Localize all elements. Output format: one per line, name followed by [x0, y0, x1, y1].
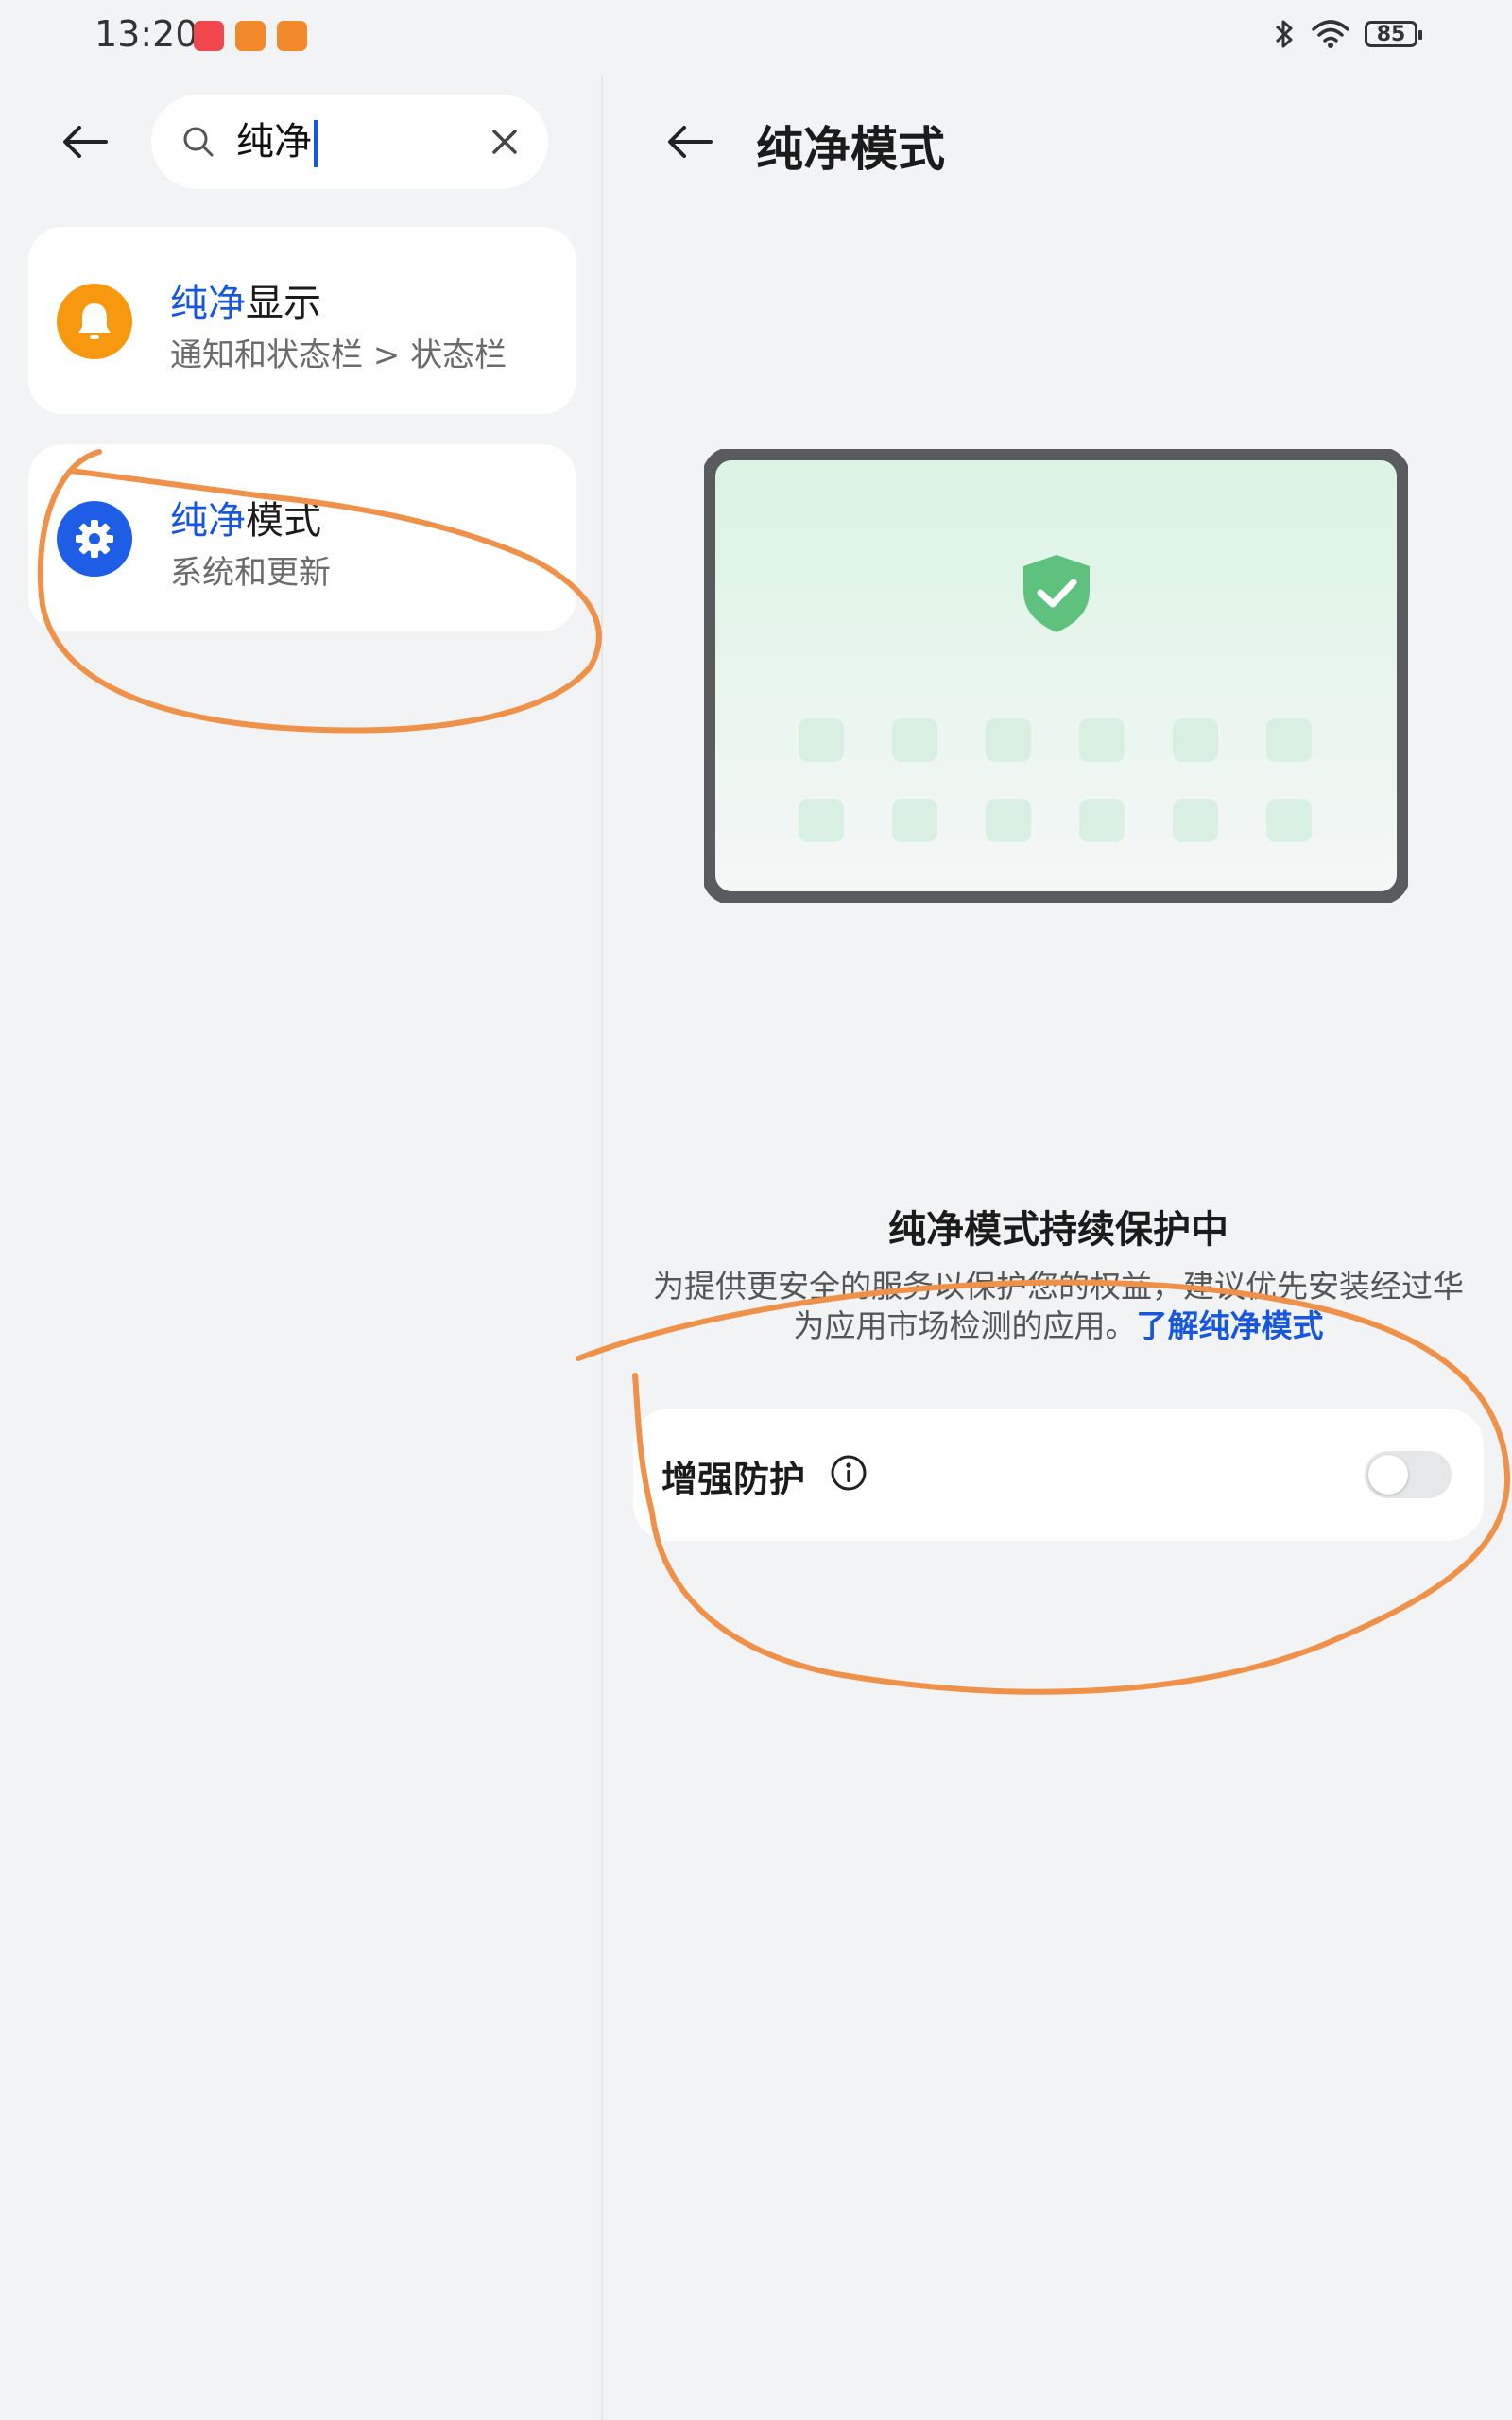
- text-caret: [314, 120, 318, 167]
- protection-description-text: 为提供更安全的服务以保护您的权益，建议优先安装经过华为应用市场检测的应用。: [653, 1268, 1464, 1344]
- wifi-icon: [1312, 20, 1349, 48]
- page-title: 纯净模式: [756, 122, 945, 177]
- result-title: 纯净模式: [170, 490, 321, 544]
- battery-indicator: 85: [1365, 21, 1422, 47]
- status-bar: 13:20 85: [0, 0, 1512, 76]
- info-icon[interactable]: [830, 1454, 868, 1492]
- result-title-highlight: 纯净: [170, 282, 246, 325]
- protection-status-title: 纯净模式持续保护中: [888, 1208, 1228, 1252]
- search-icon: [183, 127, 214, 157]
- search-input[interactable]: 纯净: [236, 115, 318, 168]
- result-path: 系统和更新: [170, 554, 331, 592]
- pane-divider: [601, 76, 603, 2420]
- battery-level: 85: [1376, 22, 1406, 46]
- app-notification-icon: [235, 21, 266, 51]
- bell-icon: [57, 284, 132, 359]
- notification-icons: [194, 21, 307, 51]
- back-arrow-icon[interactable]: [662, 113, 718, 170]
- status-indicators: 85: [1272, 17, 1422, 51]
- back-arrow-icon[interactable]: [57, 113, 113, 170]
- result-title: 纯净显示: [170, 272, 321, 327]
- result-title-rest: 模式: [246, 499, 321, 543]
- clear-icon[interactable]: [488, 125, 522, 159]
- learn-more-link[interactable]: 了解纯净模式: [1137, 1307, 1324, 1344]
- result-path: 通知和状态栏 > 状态栏: [170, 337, 507, 374]
- status-time: 13:20: [94, 13, 198, 55]
- bluetooth-icon: [1275, 20, 1293, 48]
- search-field[interactable]: 纯净: [151, 95, 548, 189]
- search-result-item[interactable]: 纯净显示 通知和状态栏 > 状态栏: [28, 227, 576, 414]
- enhanced-protection-toggle[interactable]: [1365, 1451, 1452, 1498]
- enhanced-protection-row[interactable]: 增强防护: [633, 1409, 1484, 1541]
- enhanced-protection-label: 增强防护: [662, 1459, 806, 1500]
- search-result-item[interactable]: 纯净模式 系统和更新: [28, 444, 576, 631]
- toggle-knob: [1368, 1455, 1408, 1495]
- gear-icon: [57, 501, 132, 577]
- app-notification-icon: [277, 21, 307, 51]
- app-notification-icon: [194, 21, 224, 51]
- tablet-illustration: [704, 449, 1408, 903]
- protection-description: 为提供更安全的服务以保护您的权益，建议优先安装经过华为应用市场检测的应用。了解纯…: [652, 1267, 1465, 1346]
- result-title-highlight: 纯净: [170, 499, 246, 543]
- result-title-rest: 显示: [246, 282, 321, 325]
- search-query: 纯净: [236, 120, 312, 164]
